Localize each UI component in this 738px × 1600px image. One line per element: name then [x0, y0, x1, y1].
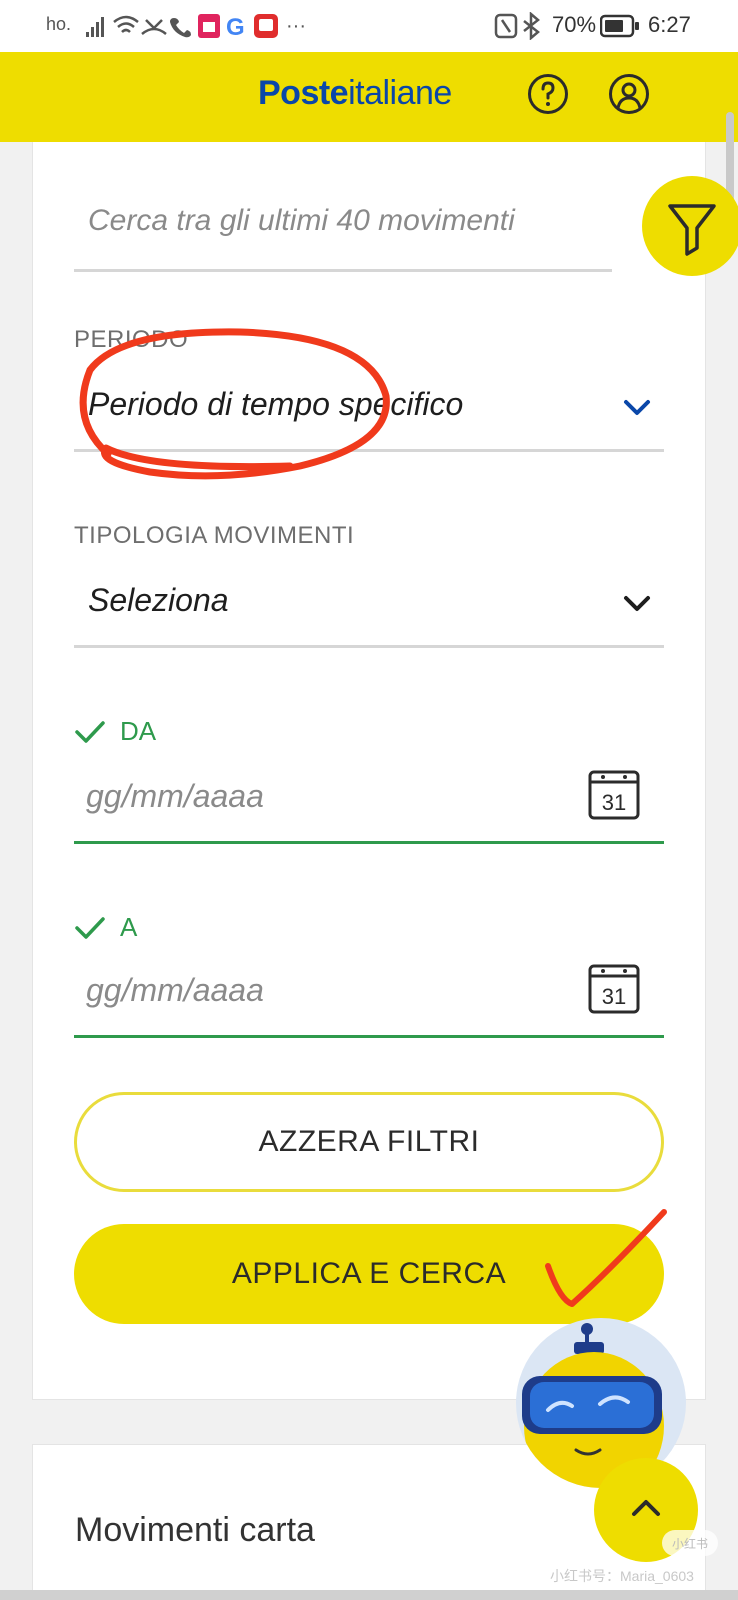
watermark-text: 小红书号：Maria_0603	[550, 1568, 694, 1584]
a-label: A	[120, 912, 138, 942]
search-input[interactable]	[88, 204, 588, 238]
tipologia-value: Seleziona	[88, 582, 229, 618]
status-icons: G ···	[86, 14, 306, 40]
da-date-field[interactable]: 31	[74, 756, 664, 844]
tipologia-select[interactable]: Seleziona	[74, 560, 664, 648]
status-bar: ho. G ··· 70% 6:27	[0, 0, 738, 52]
missed-call-icon	[141, 19, 167, 35]
wifi-icon	[113, 15, 139, 33]
help-button[interactable]	[528, 74, 568, 114]
watermark-badge: 小红书	[662, 1530, 718, 1556]
a-label-row: A	[74, 912, 137, 943]
overflow-dots: ···	[286, 15, 306, 37]
phone-icon	[170, 18, 191, 38]
red-app-icon	[254, 14, 278, 38]
logo-light: italiane	[348, 74, 452, 112]
user-circle-icon	[616, 82, 642, 109]
periodo-value: Periodo di tempo specifico	[88, 386, 464, 422]
apply-search-button[interactable]: APPLICA E CERCA	[74, 1224, 664, 1324]
google-app-icon: G	[226, 14, 245, 40]
battery-percent: 70%	[552, 12, 597, 37]
a-date-input[interactable]	[86, 972, 526, 1009]
reset-filters-button[interactable]: AZZERA FILTRI	[74, 1092, 664, 1192]
periodo-select[interactable]: Periodo di tempo specifico	[74, 364, 664, 452]
profile-button[interactable]	[609, 74, 649, 114]
check-icon	[75, 721, 105, 743]
check-icon	[75, 917, 105, 939]
clock: 6:27	[648, 12, 691, 37]
carrier-label: ho.	[46, 14, 72, 34]
bottom-edge	[0, 1590, 738, 1600]
logo-bold: Poste	[258, 74, 349, 112]
poste-italiane-logo: Posteitaliane	[258, 74, 452, 113]
calendar-day: 31	[602, 790, 626, 815]
da-date-input[interactable]	[86, 778, 526, 815]
question-circle-icon	[541, 81, 555, 106]
chevron-down-icon	[624, 596, 650, 611]
da-label-row: DA	[74, 716, 156, 747]
nfc-icon	[494, 13, 518, 39]
bluetooth-icon	[523, 12, 540, 40]
periodo-label: PERIODO	[74, 326, 189, 353]
filter-button[interactable]	[642, 176, 738, 276]
chevron-down-icon	[624, 400, 650, 415]
da-label: DA	[120, 716, 157, 746]
calendar-day: 31	[602, 984, 626, 1009]
movimenti-title: Movimenti carta	[75, 1511, 315, 1549]
app-header: Posteitaliane	[0, 52, 738, 142]
a-date-field[interactable]: 31	[74, 950, 664, 1038]
signal-icon	[86, 17, 104, 37]
tipologia-label: TIPOLOGIA MOVIMENTI	[74, 522, 355, 549]
shop-app-icon	[198, 14, 220, 38]
search-field[interactable]	[74, 184, 612, 272]
nfc-bluetooth-icons	[494, 12, 540, 40]
battery-icon	[600, 14, 639, 38]
calendar-icon[interactable]: 31	[588, 960, 640, 1014]
calendar-icon[interactable]: 31	[588, 766, 640, 820]
funnel-icon	[668, 204, 716, 256]
